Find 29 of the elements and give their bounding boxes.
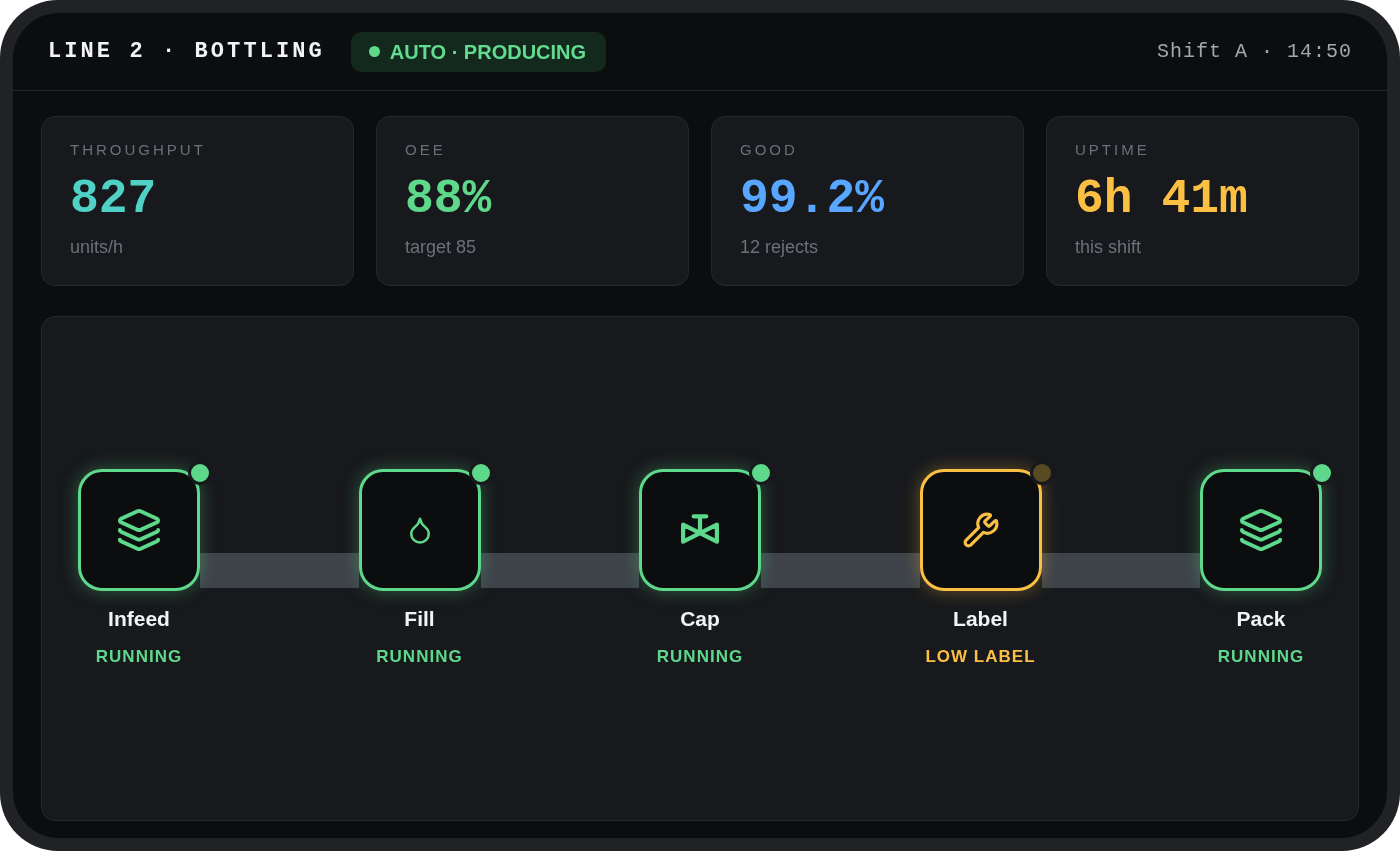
kpi-subtext: units/h [70,236,125,259]
station-name: Fill [404,605,435,632]
kpi-subtext: target 85 [405,236,478,259]
shift-time: Shift A · 14:50 [1156,38,1352,65]
kpi-value: 6h 41m [1075,171,1249,227]
station-name: Infeed [108,605,170,632]
station-status: RUNNING [376,645,463,668]
station-name: Pack [1236,605,1286,632]
station-status: RUNNING [1217,645,1305,668]
kpi-value: 827 [70,171,158,227]
kpi-label: GOOD [740,140,799,160]
layers-icon [116,506,162,553]
kpi-subtext: this shift [1075,236,1143,259]
kpi-value: 99.2% [740,171,886,227]
station-status: LOW LABEL [925,645,1036,668]
kpi-value: 88% [405,171,493,227]
station-status: RUNNING [95,645,183,668]
kpi-subtext: 12 rejects [740,236,820,259]
station-name: Label [953,605,1008,632]
kpi-label: UPTIME [1075,140,1151,160]
station-status: RUNNING [656,645,744,668]
kpi-label: OEE [405,140,447,160]
line-title: LINE 2 · BOTTLING [48,38,325,66]
station-name: Cap [680,605,720,632]
wrench-icon [961,510,1000,549]
layers-icon [1238,506,1284,553]
kpi-label: THROUGHPUT [70,140,207,160]
valve-icon [681,513,719,546]
mode-label: AUTO · PRODUCING [389,39,587,65]
